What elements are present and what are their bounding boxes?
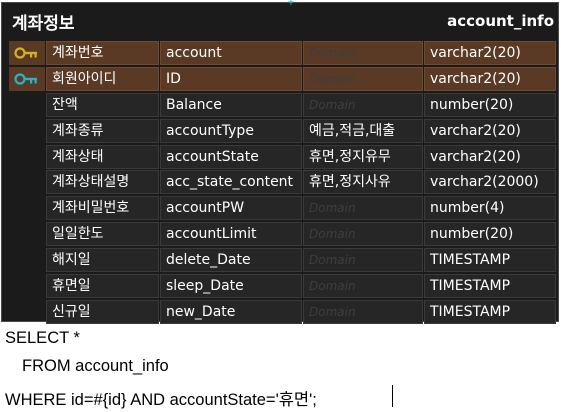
column-domain[interactable]: Domain — [303, 222, 423, 247]
column-key-cell — [9, 170, 45, 194]
domain-placeholder: Domain — [309, 253, 356, 268]
column-datatype[interactable]: number(20) — [424, 92, 556, 117]
column-physical-name[interactable]: new_Date — [160, 299, 302, 324]
column-logical-name[interactable]: 잔액 — [46, 92, 159, 117]
entity-logical-name: 계좌정보 — [12, 14, 75, 34]
column-domain[interactable]: 휴면,정지사유 — [303, 170, 423, 195]
entity-header[interactable]: 계좌정보 account_info — [2, 3, 558, 39]
column-domain[interactable]: 예금,적금,대출 — [303, 118, 423, 143]
entity-account-info[interactable]: 계좌정보 account_info 계좌번호 account Domain varch… — [1, 2, 559, 325]
column-row[interactable]: 일일한도 accountLimit Domain number(20) — [2, 221, 558, 247]
column-logical-name[interactable]: 해지일 — [46, 248, 159, 273]
column-domain[interactable]: Domain — [303, 196, 423, 221]
column-physical-name[interactable]: Balance — [160, 92, 302, 117]
column-physical-name[interactable]: acc_state_content — [160, 170, 302, 195]
column-key-cell — [9, 66, 45, 91]
sql-editor[interactable]: SELECT * FROM account_info WHERE id=#{id… — [0, 324, 561, 412]
column-key-cell — [9, 93, 45, 117]
column-physical-name[interactable]: sleep_Date — [160, 274, 302, 299]
domain-placeholder: Domain — [309, 201, 356, 216]
text-cursor — [392, 385, 393, 407]
column-key-cell — [9, 119, 45, 143]
column-logical-name[interactable]: 계좌비밀번호 — [46, 196, 159, 221]
column-physical-name[interactable]: account — [160, 41, 302, 65]
column-logical-name[interactable]: 계좌종류 — [46, 118, 159, 143]
column-logical-name[interactable]: 계좌번호 — [46, 41, 159, 65]
column-row[interactable]: 해지일 delete_Date Domain TIMESTAMP — [2, 247, 558, 273]
domain-placeholder: Domain — [309, 304, 356, 319]
column-logical-name[interactable]: 계좌상태설명 — [46, 170, 159, 195]
column-domain[interactable]: Domain — [303, 248, 423, 273]
entity-columns: 계좌번호 account Domain varchar2(20) 회원아이디 ID Doma… — [2, 40, 558, 325]
entity-physical-name: account_info — [447, 12, 554, 30]
column-domain[interactable]: 휴면,정지유무 — [303, 144, 423, 169]
column-physical-name[interactable]: accountType — [160, 118, 302, 143]
column-datatype[interactable]: varchar2(20) — [424, 41, 556, 65]
column-row[interactable]: 계좌번호 account Domain varchar2(20) — [2, 40, 558, 66]
column-physical-name[interactable]: accountState — [160, 144, 302, 169]
column-domain[interactable]: Domain — [303, 274, 423, 299]
column-datatype[interactable]: number(4) — [424, 196, 556, 221]
column-row[interactable]: 계좌비밀번호 accountPW Domain number(4) — [2, 195, 558, 221]
column-key-cell — [9, 222, 45, 246]
column-datatype[interactable]: varchar2(2000) — [424, 170, 556, 195]
primary-key-icon — [14, 47, 37, 59]
column-physical-name[interactable]: ID — [160, 66, 302, 91]
domain-placeholder: Domain — [309, 71, 356, 86]
column-row[interactable]: 회원아이디 ID Domain varchar2(20) — [2, 66, 558, 92]
column-row[interactable]: 휴면일 sleep_Date Domain TIMESTAMP — [2, 273, 558, 299]
column-key-cell — [9, 300, 45, 324]
column-domain[interactable]: Domain — [303, 92, 423, 117]
column-domain[interactable]: Domain — [303, 41, 423, 65]
column-physical-name[interactable]: delete_Date — [160, 248, 302, 273]
column-physical-name[interactable]: accountLimit — [160, 222, 302, 247]
column-datatype[interactable]: TIMESTAMP — [424, 248, 556, 273]
column-key-cell — [9, 274, 45, 298]
column-datatype[interactable]: varchar2(20) — [424, 118, 556, 143]
foreign-key-icon — [14, 73, 37, 85]
relationship-connector-icon[interactable]: + — [286, 0, 296, 8]
column-datatype[interactable]: varchar2(20) — [424, 144, 556, 169]
column-logical-name[interactable]: 일일한도 — [46, 222, 159, 247]
column-row[interactable]: 신규일 new_Date Domain TIMESTAMP — [2, 299, 558, 325]
column-domain[interactable]: Domain — [303, 299, 423, 324]
column-logical-name[interactable]: 휴면일 — [46, 274, 159, 299]
column-domain[interactable]: Domain — [303, 66, 423, 91]
domain-placeholder: Domain — [309, 227, 356, 242]
column-datatype[interactable]: number(20) — [424, 222, 556, 247]
column-row[interactable]: 계좌상태 accountState 휴면,정지유무 varchar2(20) — [2, 144, 558, 170]
column-row[interactable]: 계좌종류 accountType 예금,적금,대출 varchar2(20) — [2, 118, 558, 144]
column-logical-name[interactable]: 계좌상태 — [46, 144, 159, 169]
column-key-cell — [9, 41, 45, 65]
domain-placeholder: Domain — [309, 46, 356, 60]
column-key-cell — [9, 248, 45, 272]
column-datatype[interactable]: TIMESTAMP — [424, 274, 556, 299]
domain-placeholder: Domain — [309, 279, 356, 294]
column-key-cell — [9, 145, 45, 169]
sql-line-where: WHERE id=#{id} AND accountState='휴면'; — [5, 391, 317, 409]
column-row[interactable]: 잔액 Balance Domain number(20) — [2, 92, 558, 118]
sql-line-from: FROM account_info — [22, 357, 169, 375]
column-key-cell — [9, 196, 45, 220]
column-datatype[interactable]: varchar2(20) — [424, 66, 556, 91]
column-logical-name[interactable]: 회원아이디 — [46, 66, 159, 91]
column-logical-name[interactable]: 신규일 — [46, 299, 159, 324]
column-row[interactable]: 계좌상태설명 acc_state_content 휴면,정지사유 varchar2(2… — [2, 169, 558, 195]
sql-line-select: SELECT * — [5, 329, 80, 347]
column-physical-name[interactable]: accountPW — [160, 196, 302, 221]
domain-placeholder: Domain — [309, 97, 356, 112]
column-datatype[interactable]: TIMESTAMP — [424, 299, 556, 324]
